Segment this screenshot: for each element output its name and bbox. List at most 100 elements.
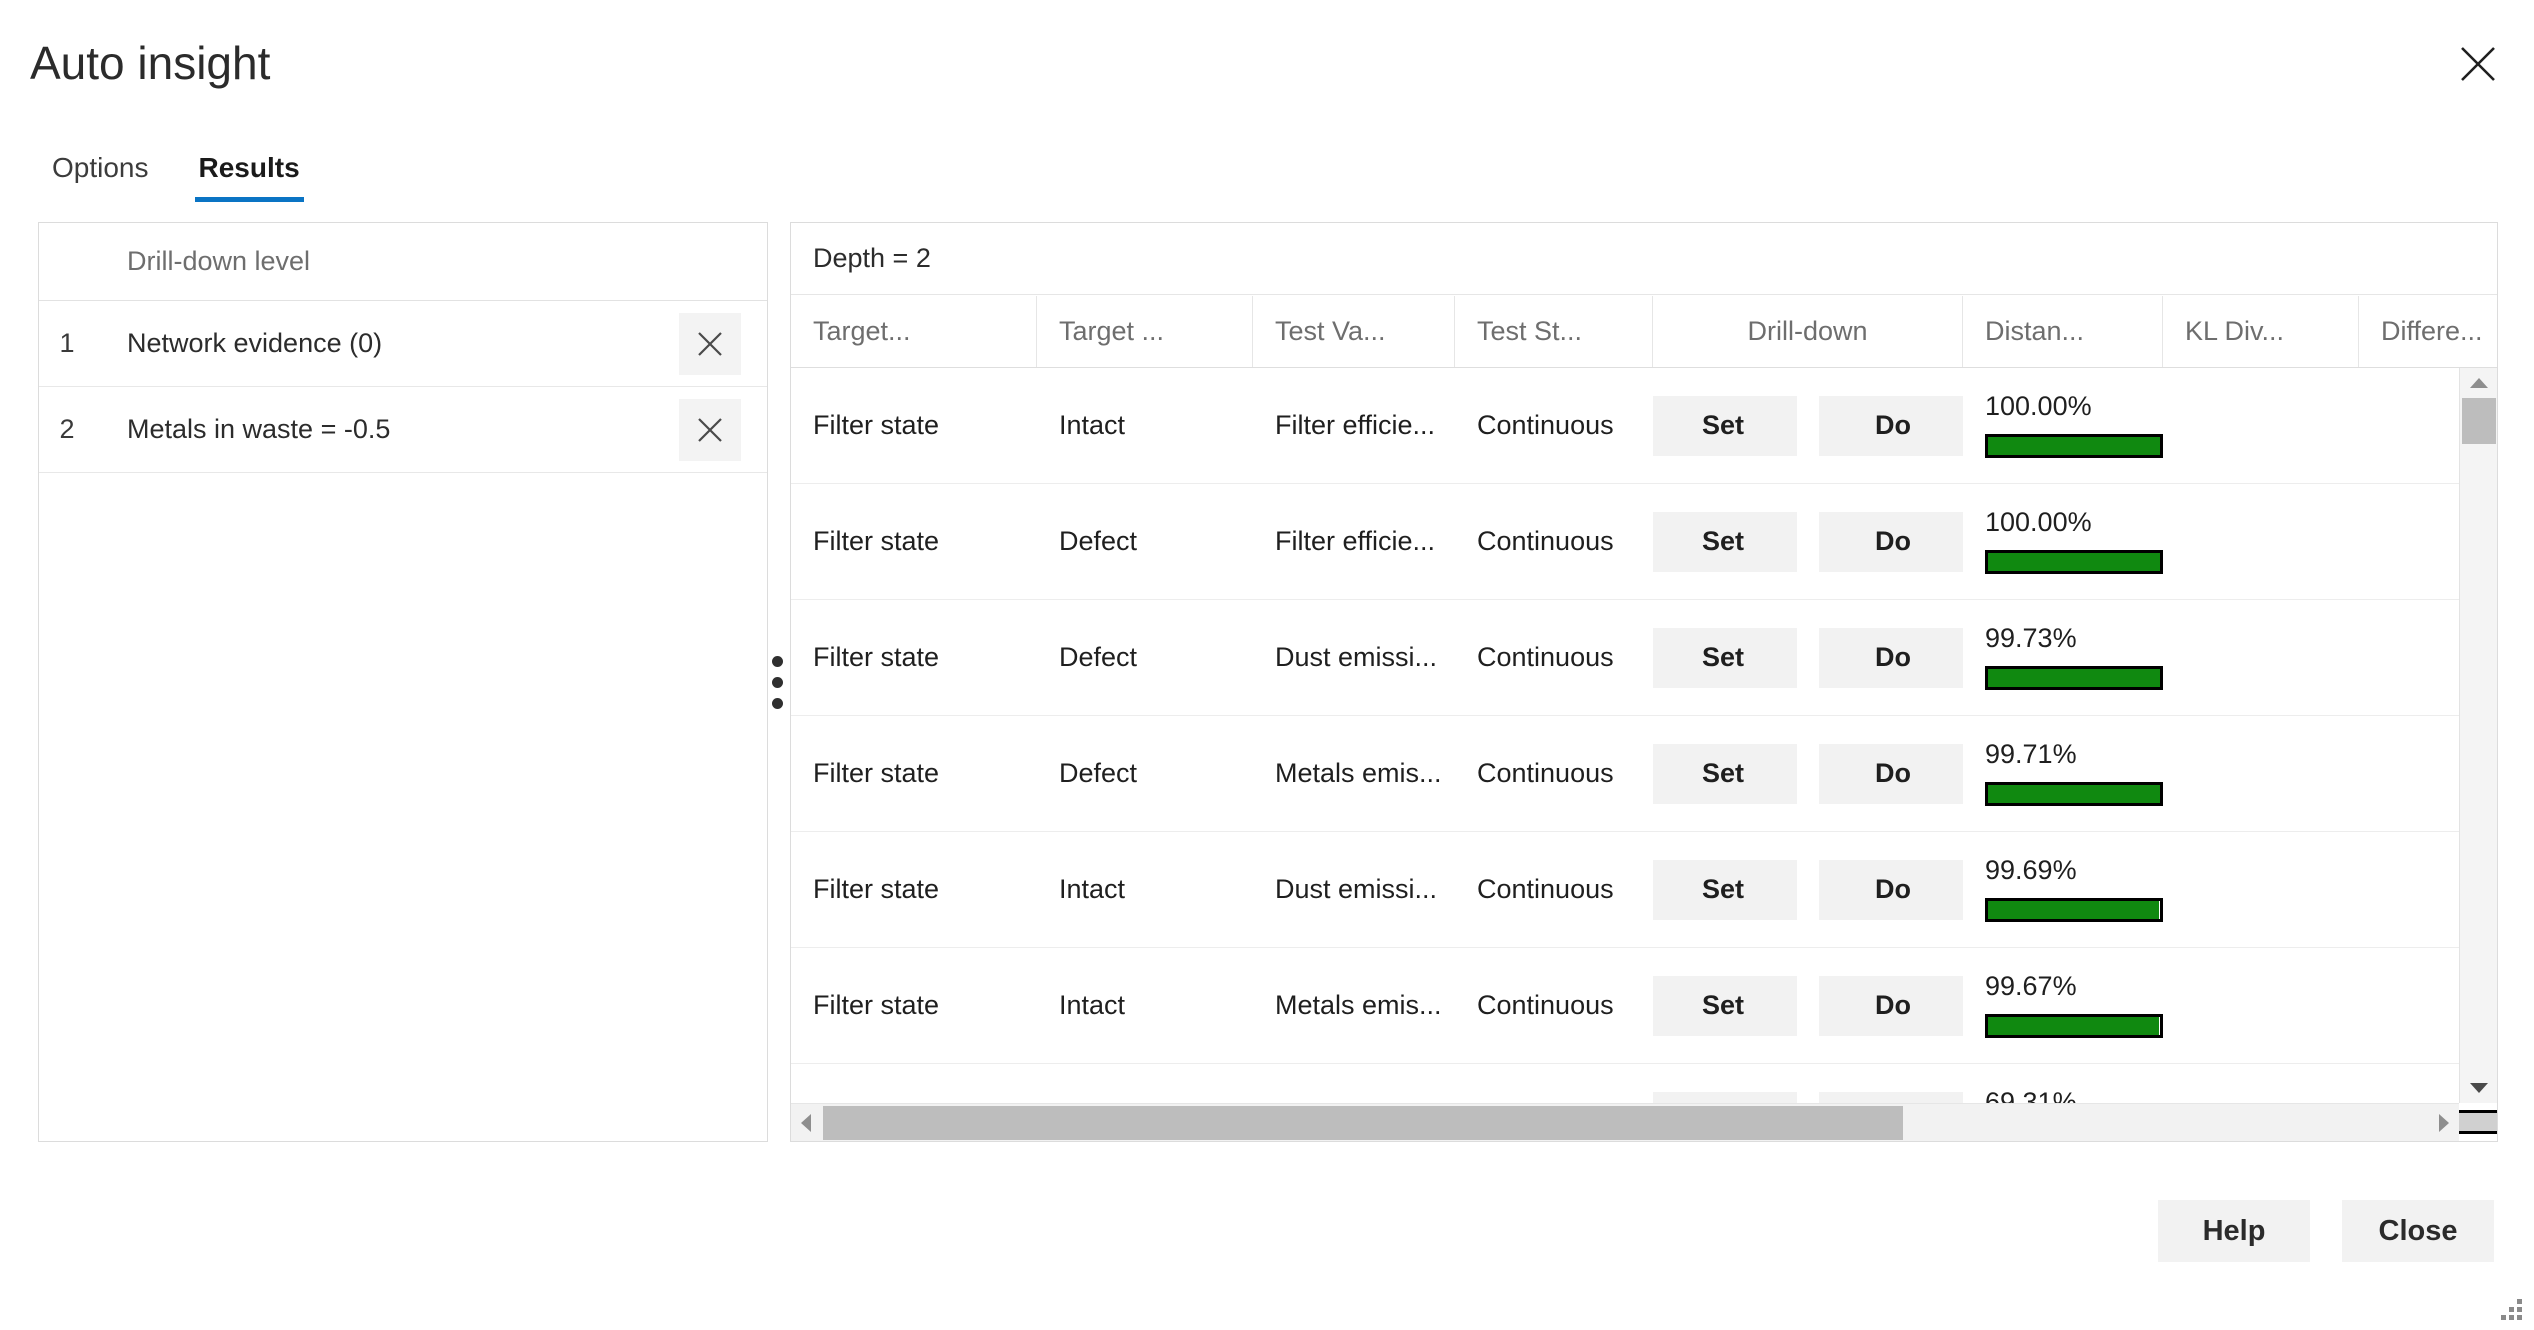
distance-value: 99.69% — [1985, 855, 2077, 885]
column-header[interactable]: Drill-down — [1653, 296, 1963, 367]
tab-options[interactable]: Options — [48, 152, 153, 202]
table-row[interactable]: Filter state Intact Filter efficie... Conti… — [791, 368, 2497, 484]
resize-grip-icon[interactable] — [2500, 1298, 2522, 1320]
remove-drill-down-button[interactable] — [679, 312, 741, 375]
vertical-scrollbar-thumb[interactable] — [2462, 398, 2496, 444]
drill-down-level-panel: Drill-down level 1 Network evidence (0) … — [38, 222, 768, 1142]
cell-target-state: Intact — [1059, 990, 1126, 1020]
do-button[interactable]: Do — [1819, 743, 1963, 804]
scroll-right-arrow-icon[interactable] — [2429, 1104, 2459, 1141]
distance-value: 99.73% — [1985, 623, 2077, 653]
column-header[interactable]: Test Va... — [1253, 296, 1455, 367]
drill-down-level-header: Drill-down level — [39, 223, 767, 301]
cell-kl-divergence — [2163, 600, 2359, 716]
cell-distance: 100.00% — [1963, 368, 2163, 484]
horizontal-scrollbar-thumb[interactable] — [823, 1106, 1903, 1140]
column-header[interactable]: Target... — [791, 296, 1037, 367]
depth-bar: Depth = 2 — [791, 223, 2497, 295]
column-header[interactable]: KL Div... — [2163, 296, 2359, 367]
set-button[interactable]: Set — [1653, 975, 1797, 1036]
table-row[interactable]: Filter state Defect Metals emis... Continuo… — [791, 716, 2497, 832]
close-button[interactable]: Close — [2342, 1200, 2494, 1262]
cell-test-variable: Dust emissi... — [1275, 874, 1438, 904]
distance-bar — [1985, 550, 2163, 574]
cell-test-variable: Filter efficie... — [1275, 526, 1436, 556]
drill-down-level-row[interactable]: 1 Network evidence (0) — [39, 301, 767, 387]
table-row[interactable]: Filter state Intact Metals emis... Continuo… — [791, 948, 2497, 1064]
cell-target-node: Filter state — [813, 874, 940, 904]
tab-bar: Options Results — [48, 152, 304, 202]
table-row[interactable]: Filter state Defect Filter efficie... Conti… — [791, 484, 2497, 600]
table-header-row: Target... Target ... Test Va... Test St... D… — [791, 296, 2497, 368]
cell-distance: 99.73% — [1963, 600, 2163, 716]
cell-test-variable: Filter efficie... — [1275, 410, 1436, 440]
panel-splitter-handle[interactable] — [762, 222, 792, 1142]
cell-target-state: Intact — [1059, 410, 1126, 440]
depth-label: Depth = 2 — [813, 243, 931, 273]
do-button[interactable]: Do — [1819, 975, 1963, 1036]
table-row[interactable]: Filter state Defect Dust emissi... Continuo… — [791, 600, 2497, 716]
table-body: Filter state Intact Filter efficie... Conti… — [791, 368, 2497, 1141]
set-button[interactable]: Set — [1653, 395, 1797, 456]
cell-kl-divergence — [2163, 948, 2359, 1064]
distance-value: 99.71% — [1985, 739, 2077, 769]
column-header[interactable]: Target ... — [1037, 296, 1253, 367]
tab-results[interactable]: Results — [194, 152, 304, 202]
vertical-scrollbar[interactable] — [2459, 368, 2497, 1103]
set-button[interactable]: Set — [1653, 859, 1797, 920]
scroll-up-arrow-icon[interactable] — [2460, 368, 2497, 398]
cell-target-node: Filter state — [813, 990, 940, 1020]
cell-target-node: Filter state — [813, 526, 940, 556]
distance-value: 100.00% — [1985, 391, 2092, 421]
cell-drill-down: Set Do — [1653, 368, 1963, 484]
distance-bar — [1985, 666, 2163, 690]
set-button[interactable]: Set — [1653, 511, 1797, 572]
cell-target-node: Filter state — [813, 410, 940, 440]
cell-target-state: Defect — [1059, 642, 1138, 672]
drill-down-level-index: 1 — [59, 328, 75, 358]
remove-drill-down-button[interactable] — [679, 398, 741, 461]
cell-distance: 100.00% — [1963, 484, 2163, 600]
column-header[interactable]: Test St... — [1455, 296, 1653, 367]
scroll-left-arrow-icon[interactable] — [791, 1104, 821, 1141]
column-header[interactable]: Differe... — [2359, 296, 2497, 367]
distance-bar — [1985, 434, 2163, 458]
cell-drill-down: Set Do — [1653, 600, 1963, 716]
distance-value: 100.00% — [1985, 507, 2092, 537]
set-button[interactable]: Set — [1653, 743, 1797, 804]
do-button[interactable]: Do — [1819, 627, 1963, 688]
dialog-header: Auto insight — [0, 0, 2534, 118]
horizontal-scrollbar[interactable] — [791, 1103, 2459, 1141]
drill-down-level-row[interactable]: 2 Metals in waste = -0.5 — [39, 387, 767, 473]
cell-target-node: Filter state — [813, 642, 940, 672]
drill-down-level-index: 2 — [59, 414, 75, 444]
dialog-body: Drill-down level 1 Network evidence (0) … — [38, 222, 2498, 1142]
do-button[interactable]: Do — [1819, 859, 1963, 920]
dialog-footer: Help Close — [2158, 1200, 2494, 1262]
table-row[interactable]: Filter state Intact Dust emissi... Continuo… — [791, 832, 2497, 948]
do-button[interactable]: Do — [1819, 511, 1963, 572]
auto-insight-dialog: Auto insight Options Results Drill-down … — [0, 0, 2534, 1330]
cell-test-variable: Metals emis... — [1275, 758, 1442, 788]
distance-bar — [1985, 1014, 2163, 1038]
column-header[interactable]: Distan... — [1963, 296, 2163, 367]
help-button[interactable]: Help — [2158, 1200, 2310, 1262]
cell-test-variable: Dust emissi... — [1275, 642, 1438, 672]
set-button[interactable]: Set — [1653, 627, 1797, 688]
drill-down-level-header-label: Drill-down level — [127, 246, 311, 276]
close-icon[interactable] — [2452, 38, 2504, 90]
do-button[interactable]: Do — [1819, 395, 1963, 456]
cell-kl-divergence — [2163, 368, 2359, 484]
cell-drill-down: Set Do — [1653, 484, 1963, 600]
cell-distance: 99.71% — [1963, 716, 2163, 832]
distance-bar — [1985, 898, 2163, 922]
cell-test-state: Continuous — [1477, 642, 1614, 672]
cell-test-state: Continuous — [1477, 526, 1614, 556]
page-title: Auto insight — [30, 37, 271, 89]
cell-test-state: Continuous — [1477, 990, 1614, 1020]
cell-target-state: Defect — [1059, 526, 1138, 556]
cell-target-state: Defect — [1059, 758, 1138, 788]
distance-bar — [1985, 782, 2163, 806]
distance-value: 99.67% — [1985, 971, 2077, 1001]
scroll-down-arrow-icon[interactable] — [2460, 1073, 2497, 1103]
